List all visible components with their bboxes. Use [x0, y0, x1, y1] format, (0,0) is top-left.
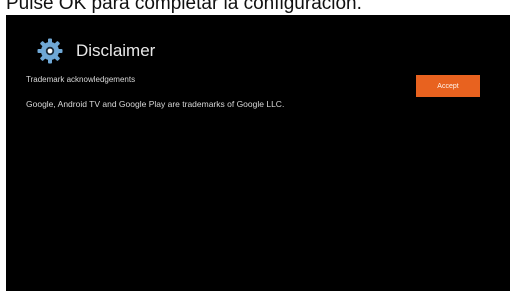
dialog-title: Disclaimer — [76, 41, 156, 60]
accept-button[interactable]: Accept — [416, 75, 480, 97]
tv-screen: Disclaimer Trademark acknowledgements Go… — [6, 15, 510, 291]
dialog-subtitle: Trademark acknowledgements — [26, 75, 136, 84]
dialog-header: Disclaimer — [36, 37, 155, 65]
dialog-body-text: Google, Android TV and Google Play are t… — [26, 99, 285, 109]
instruction-caption: Pulse OK para completar la configuración… — [6, 0, 362, 14]
gear-icon — [36, 37, 64, 65]
